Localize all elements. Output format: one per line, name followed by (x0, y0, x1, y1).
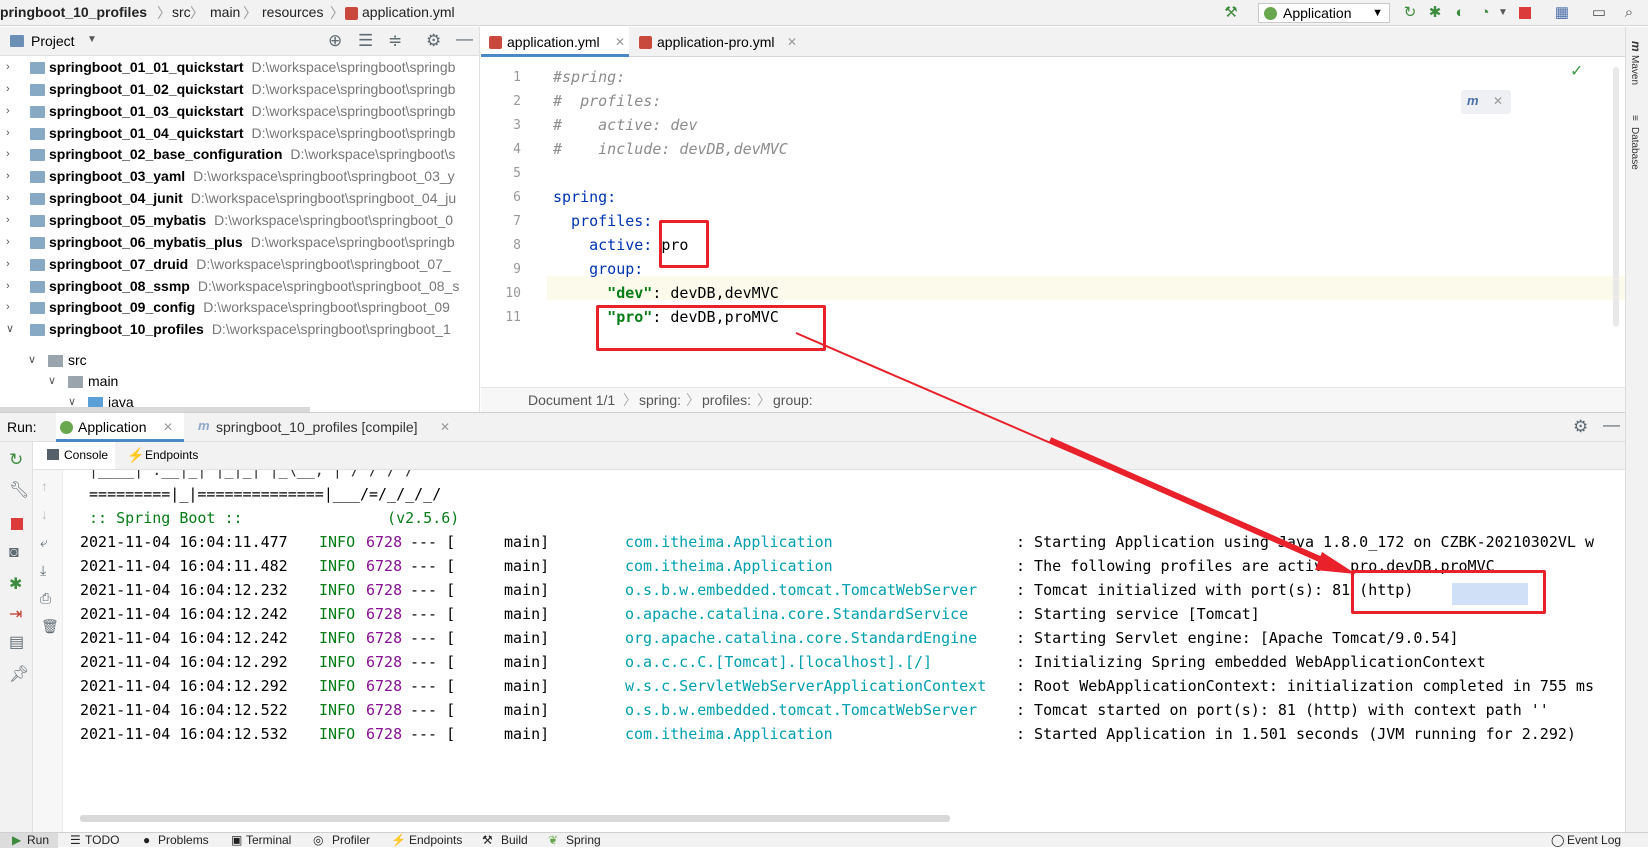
run-icon: ▶ (12, 833, 22, 847)
endpoints-icon: ⚡ (391, 833, 406, 847)
hammer-icon: ⚒ (482, 833, 493, 847)
annotation-arrow-line-thick (1048, 437, 1342, 571)
annotation-arrow (795, 332, 1356, 574)
status-tab-todo[interactable]: TODO (85, 833, 119, 848)
annotation-arrow-head (1315, 552, 1356, 574)
status-tab-endpoints[interactable]: Endpoints (409, 833, 462, 848)
status-bar: ▶ Run ☰ TODO ● Problems ▣ Terminal ◎ Pro… (0, 832, 1648, 848)
profiler-icon: ◎ (313, 833, 324, 847)
status-tab-spring[interactable]: Spring (566, 833, 601, 848)
status-tab-build[interactable]: Build (501, 833, 528, 848)
terminal-icon: ▣ (231, 833, 243, 847)
event-log-icon: ◯ (1551, 833, 1565, 847)
status-tab-terminal[interactable]: Terminal (246, 833, 291, 848)
problems-icon: ● (143, 833, 151, 847)
status-tab-run[interactable]: Run (27, 833, 49, 848)
list-icon: ☰ (70, 833, 81, 847)
status-tab-problems[interactable]: Problems (158, 833, 209, 848)
spring-leaf-icon: ❦ (548, 833, 559, 847)
status-tab-profiler[interactable]: Profiler (332, 833, 370, 848)
event-log-button[interactable]: Event Log (1567, 833, 1621, 848)
